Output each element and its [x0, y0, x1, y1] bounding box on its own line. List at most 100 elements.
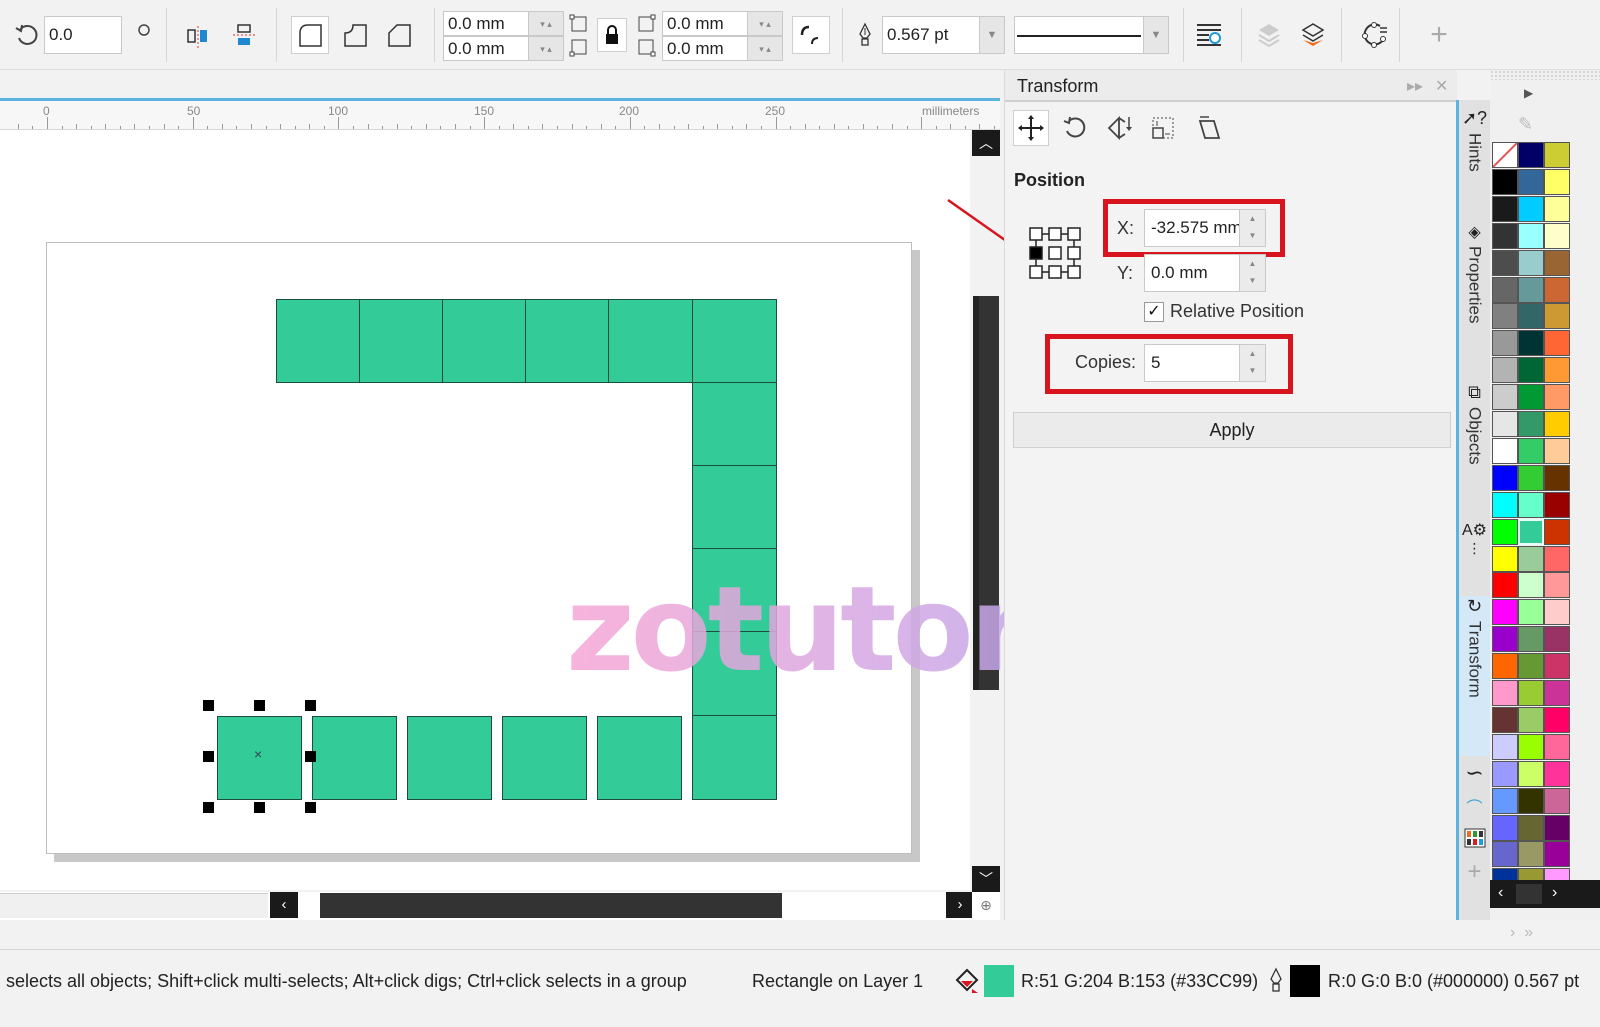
- selection-handle[interactable]: [254, 700, 265, 711]
- color-swatch[interactable]: [1492, 653, 1518, 680]
- color-swatch[interactable]: [1518, 733, 1544, 760]
- scale-mirror-tool-button[interactable]: [1101, 110, 1137, 146]
- rectangle[interactable]: [692, 382, 777, 466]
- outline-width-input[interactable]: 0.567 pt: [882, 16, 980, 54]
- color-swatch[interactable]: [1492, 626, 1518, 653]
- color-swatch[interactable]: [1492, 411, 1518, 437]
- color-swatch[interactable]: [1518, 142, 1544, 168]
- color-swatch[interactable]: [1518, 706, 1544, 733]
- tab-color-styles[interactable]: [1459, 828, 1490, 856]
- rectangle[interactable]: [692, 715, 777, 800]
- y-position-spinner[interactable]: ▲ ▼: [1240, 254, 1266, 292]
- to-front-icon[interactable]: [1298, 18, 1328, 52]
- color-swatch[interactable]: [1518, 841, 1544, 868]
- color-swatch[interactable]: [1544, 168, 1570, 195]
- selection-handle[interactable]: [203, 700, 214, 711]
- tab-properties[interactable]: ◈ Properties: [1459, 222, 1490, 362]
- convert-to-curves-icon[interactable]: [1358, 18, 1392, 52]
- wrap-text-icon[interactable]: [1192, 18, 1226, 52]
- color-swatch[interactable]: [1492, 330, 1518, 357]
- color-swatch[interactable]: [1518, 653, 1544, 680]
- color-swatch[interactable]: [1492, 733, 1518, 760]
- rotate-tool-button[interactable]: [1057, 110, 1093, 146]
- rectangle[interactable]: [597, 716, 682, 800]
- eyedropper-icon[interactable]: ✎: [1518, 114, 1533, 135]
- scroll-right-button[interactable]: ›: [946, 892, 974, 918]
- color-swatch[interactable]: [1544, 195, 1570, 222]
- palette-scroll-right[interactable]: ›: [1552, 884, 1557, 902]
- selection-handle[interactable]: [305, 802, 316, 813]
- color-swatch[interactable]: [1518, 168, 1544, 195]
- page-navigator[interactable]: [0, 893, 268, 918]
- color-swatch[interactable]: [1544, 653, 1570, 680]
- tab-transform[interactable]: ↻ Transform: [1459, 596, 1490, 756]
- drawing-canvas[interactable]: ×: [0, 130, 1022, 890]
- position-tool-button[interactable]: [1013, 110, 1049, 146]
- corner-radius-bottom-right-spinner[interactable]: ▾ ▴: [747, 36, 783, 61]
- color-swatch[interactable]: [1518, 330, 1544, 357]
- rectangle[interactable]: [312, 716, 397, 800]
- relative-corner-scaling-icon[interactable]: [792, 16, 830, 54]
- color-swatch[interactable]: [1492, 787, 1518, 814]
- color-swatch[interactable]: [1492, 545, 1518, 572]
- mirror-vertical-icon[interactable]: [228, 20, 260, 52]
- color-swatch[interactable]: [1544, 464, 1570, 491]
- fill-color-swatch[interactable]: [984, 965, 1014, 997]
- color-swatch[interactable]: [1544, 841, 1570, 868]
- color-swatch[interactable]: [1492, 518, 1518, 545]
- color-swatch[interactable]: [1544, 491, 1570, 518]
- color-swatch[interactable]: [1518, 464, 1544, 491]
- color-swatch[interactable]: [1544, 357, 1570, 384]
- docker-close-icon[interactable]: ✕: [1435, 76, 1448, 96]
- color-swatch[interactable]: [1492, 195, 1518, 222]
- line-style-dropdown[interactable]: ▼: [1143, 16, 1169, 54]
- color-swatch[interactable]: [1518, 249, 1544, 276]
- color-swatch[interactable]: [1544, 249, 1570, 276]
- color-swatch[interactable]: [1544, 680, 1570, 706]
- scroll-left-button[interactable]: ‹: [270, 892, 298, 918]
- corner-radius-bottom-right-input[interactable]: 0.0 mm: [662, 36, 748, 61]
- copies-input[interactable]: 5: [1144, 344, 1240, 382]
- color-swatch[interactable]: [1544, 303, 1570, 330]
- rectangle[interactable]: [692, 465, 777, 549]
- round-corner-icon[interactable]: [291, 16, 329, 54]
- color-swatch[interactable]: [1492, 384, 1518, 411]
- docker-collapse-icon[interactable]: ▸▸: [1407, 76, 1423, 96]
- scalloped-corner-icon[interactable]: [338, 18, 372, 52]
- color-swatch[interactable]: [1492, 249, 1518, 276]
- selected-rectangle[interactable]: ×: [217, 716, 302, 800]
- size-tool-button[interactable]: [1145, 110, 1181, 146]
- color-swatch[interactable]: [1544, 599, 1570, 626]
- selection-handle[interactable]: [305, 751, 316, 762]
- color-swatch[interactable]: [1492, 491, 1518, 518]
- skew-tool-button[interactable]: [1191, 110, 1227, 146]
- rectangle[interactable]: [525, 299, 610, 383]
- color-swatch[interactable]: [1544, 222, 1570, 249]
- color-swatch[interactable]: [1544, 142, 1570, 168]
- color-swatch[interactable]: [1518, 411, 1544, 437]
- color-swatch[interactable]: [1518, 760, 1544, 787]
- selection-handle[interactable]: [203, 802, 214, 813]
- color-swatch[interactable]: [1518, 491, 1544, 518]
- color-swatch[interactable]: [1544, 787, 1570, 814]
- outline-width-dropdown[interactable]: ▼: [979, 16, 1005, 54]
- tab-objects[interactable]: ⧉ Objects: [1459, 382, 1490, 502]
- color-swatch[interactable]: [1544, 545, 1570, 572]
- color-swatch[interactable]: [1544, 572, 1570, 599]
- corner-radius-top-right-spinner[interactable]: ▾ ▴: [747, 11, 783, 36]
- scroll-up-button[interactable]: ︿: [972, 130, 1000, 156]
- color-swatch[interactable]: [1492, 841, 1518, 868]
- color-swatch[interactable]: [1492, 599, 1518, 626]
- corner-radius-bottom-left-spinner[interactable]: ▾ ▴: [528, 36, 564, 61]
- zoom-navigator-icon[interactable]: ⊕: [972, 892, 1000, 918]
- apply-button[interactable]: Apply: [1013, 412, 1451, 448]
- x-position-spinner[interactable]: ▲ ▼: [1240, 209, 1266, 247]
- selection-handle[interactable]: [305, 700, 316, 711]
- color-swatch[interactable]: [1518, 572, 1544, 599]
- corner-radius-top-right-input[interactable]: 0.0 mm: [662, 11, 748, 36]
- color-swatch[interactable]: [1518, 276, 1544, 303]
- rectangle[interactable]: [442, 299, 527, 383]
- y-position-input[interactable]: 0.0 mm: [1144, 254, 1240, 292]
- status-expand-icon[interactable]: › »: [1510, 924, 1533, 942]
- palette-menu-icon[interactable]: ▶: [1524, 86, 1533, 100]
